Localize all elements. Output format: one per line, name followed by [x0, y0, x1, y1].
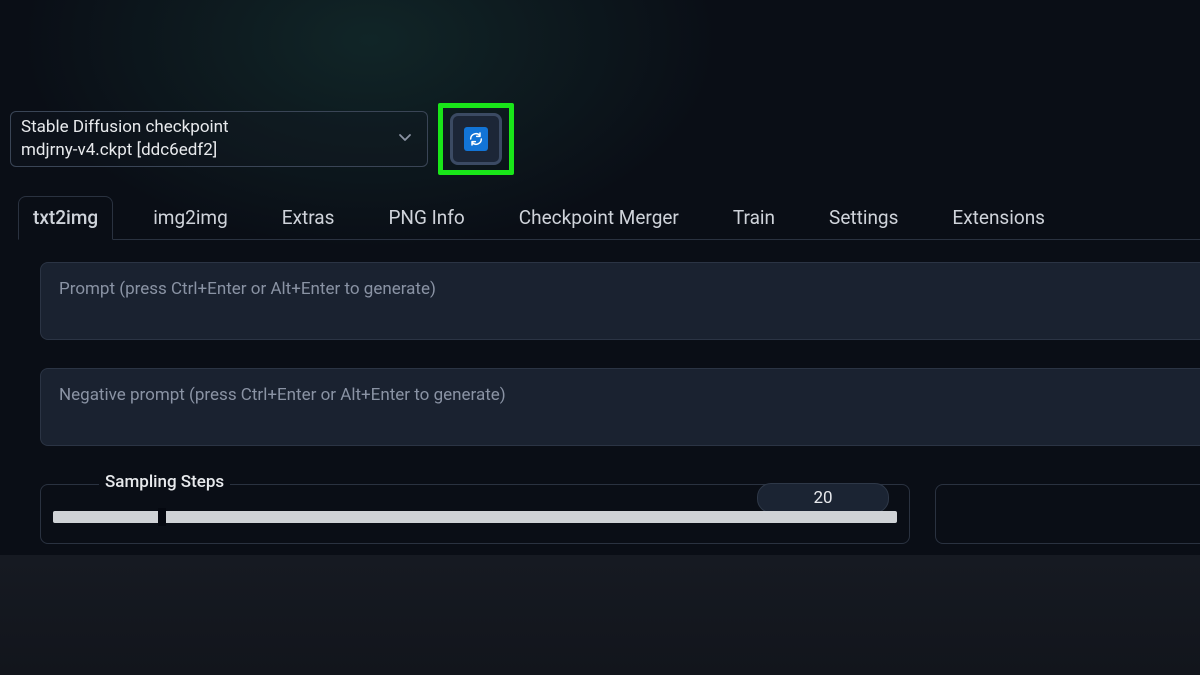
tab-png-info[interactable]: PNG Info [374, 197, 478, 239]
bottom-gradient [0, 555, 1200, 675]
checkpoint-dropdown[interactable]: Stable Diffusion checkpoint mdjrny-v4.ck… [10, 111, 428, 167]
main-tabs: txt2img img2img Extras PNG Info Checkpoi… [18, 194, 1200, 240]
tab-settings[interactable]: Settings [815, 197, 912, 239]
sampling-steps-slider[interactable] [53, 511, 897, 523]
refresh-icon [464, 127, 488, 151]
negative-prompt-placeholder: Negative prompt (press Ctrl+Enter or Alt… [59, 385, 506, 405]
tab-train[interactable]: Train [719, 197, 789, 239]
chevron-down-icon [397, 129, 413, 149]
right-side-panel [935, 484, 1200, 544]
prompt-placeholder: Prompt (press Ctrl+Enter or Alt+Enter to… [59, 279, 436, 299]
tab-extensions[interactable]: Extensions [938, 197, 1059, 239]
negative-prompt-input[interactable]: Negative prompt (press Ctrl+Enter or Alt… [40, 368, 1200, 446]
checkpoint-label: Stable Diffusion checkpoint [21, 116, 413, 139]
sampling-steps-value[interactable]: 20 [757, 483, 889, 513]
tab-img2img[interactable]: img2img [139, 197, 242, 239]
refresh-highlight-box [438, 103, 514, 175]
checkpoint-row: Stable Diffusion checkpoint mdjrny-v4.ck… [10, 111, 514, 183]
sampling-steps-group: Sampling Steps 20 [40, 484, 910, 544]
sampling-steps-label: Sampling Steps [99, 472, 230, 492]
refresh-checkpoints-button[interactable] [450, 113, 502, 165]
tab-extras[interactable]: Extras [268, 197, 349, 239]
prompt-input[interactable]: Prompt (press Ctrl+Enter or Alt+Enter to… [40, 262, 1200, 340]
slider-thumb[interactable] [158, 508, 166, 526]
tab-txt2img[interactable]: txt2img [18, 196, 113, 240]
tab-checkpoint-merger[interactable]: Checkpoint Merger [505, 197, 693, 239]
checkpoint-value: mdjrny-v4.ckpt [ddc6edf2] [21, 139, 413, 162]
